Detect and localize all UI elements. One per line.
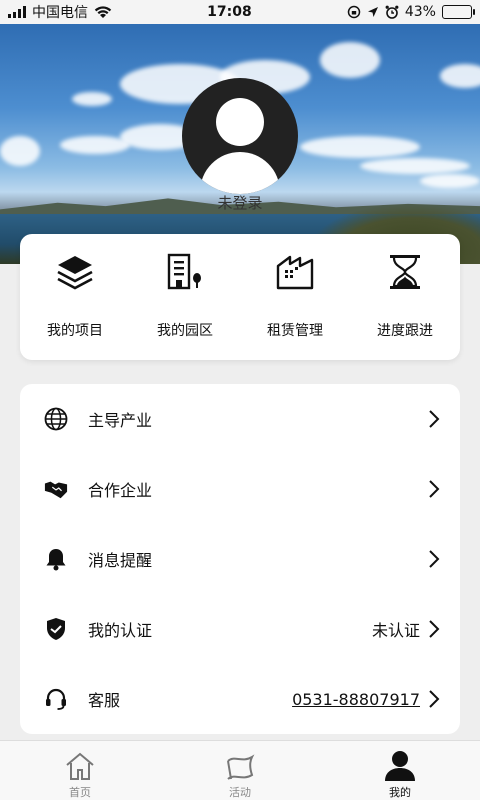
wifi-icon: [94, 6, 112, 18]
quick-action-my-park[interactable]: 我的园区: [130, 234, 240, 360]
avatar[interactable]: [182, 78, 298, 194]
flag-icon: [223, 749, 257, 782]
bell-icon: [44, 547, 68, 571]
quick-action-progress-tracking[interactable]: 进度跟进: [350, 234, 460, 360]
status-left: 中国电信: [8, 2, 112, 22]
battery-icon: [441, 5, 475, 19]
status-bar: 中国电信 17:08 43%: [0, 0, 480, 24]
menu-row-label: 主导产业: [88, 411, 153, 430]
rotation-lock-icon: [347, 5, 361, 19]
login-status-label[interactable]: 未登录: [0, 192, 480, 213]
hourglass-icon: [383, 250, 427, 294]
tab-activities[interactable]: 活动: [160, 741, 320, 800]
user-icon: [383, 749, 417, 782]
menu-row-label: 客服: [88, 691, 121, 710]
certification-status: 未认证: [371, 621, 420, 640]
quick-actions-card: 我的项目 我的园区 租赁管理 进度跟进: [20, 234, 460, 360]
chevron-right-icon: [426, 688, 442, 710]
chevron-right-icon: [426, 478, 442, 500]
quick-action-label: 我的园区: [157, 323, 213, 339]
chevron-right-icon: [426, 548, 442, 570]
menu-row-label: 合作企业: [88, 481, 153, 500]
location-icon: [367, 7, 378, 17]
factory-icon: [273, 250, 317, 294]
building-icon: [163, 250, 207, 294]
quick-action-label: 我的项目: [47, 323, 103, 339]
status-right: 43%: [347, 4, 475, 20]
carrier-name: 中国电信: [32, 5, 88, 21]
bottom-tab-bar: 首页 活动 我的: [0, 740, 480, 800]
tab-home[interactable]: 首页: [0, 741, 160, 800]
menu-row-label: 消息提醒: [88, 551, 153, 570]
tab-label: 首页: [69, 786, 91, 799]
headset-icon: [44, 687, 68, 711]
menu-row-message-reminders[interactable]: 消息提醒: [20, 524, 460, 594]
status-time: 17:08: [207, 4, 252, 20]
signal-icon: [8, 6, 26, 18]
quick-action-lease-management[interactable]: 租赁管理: [240, 234, 350, 360]
menu-row-leading-industry[interactable]: 主导产业: [20, 384, 460, 454]
menu-row-label: 我的认证: [88, 621, 153, 640]
globe-icon: [44, 407, 68, 431]
home-icon: [63, 749, 97, 782]
quick-action-label: 进度跟进: [377, 323, 433, 339]
service-phone-link[interactable]: 0531-88807917: [292, 690, 420, 709]
layers-icon: [53, 250, 97, 294]
handshake-icon: [44, 477, 68, 501]
tab-label: 活动: [229, 786, 251, 799]
shield-check-icon: [44, 617, 68, 641]
battery-percent: 43%: [404, 4, 436, 20]
alarm-icon: [385, 5, 399, 19]
menu-row-my-certification[interactable]: 我的认证 未认证: [20, 594, 460, 664]
tab-mine[interactable]: 我的: [320, 741, 480, 800]
menu-row-customer-service[interactable]: 客服 0531-88807917: [20, 664, 460, 734]
menu-list: 主导产业 合作企业 消息提醒 我的认证 未认证 客服 0531-88807917: [20, 384, 460, 734]
tab-label: 我的: [389, 786, 411, 799]
quick-action-label: 租赁管理: [267, 323, 323, 339]
quick-action-my-projects[interactable]: 我的项目: [20, 234, 130, 360]
chevron-right-icon: [426, 618, 442, 640]
chevron-right-icon: [426, 408, 442, 430]
menu-row-partner-companies[interactable]: 合作企业: [20, 454, 460, 524]
